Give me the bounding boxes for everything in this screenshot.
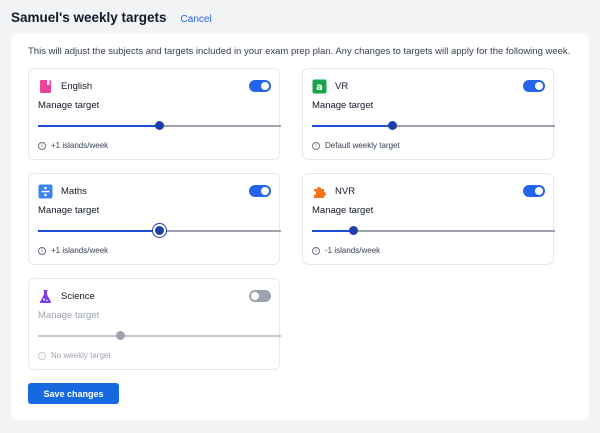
slider-thumb[interactable] xyxy=(155,121,164,130)
intro-text: This will adjust the subjects and target… xyxy=(28,46,571,57)
cancel-link[interactable]: Cancel xyxy=(181,14,212,25)
toggle-knob xyxy=(535,187,543,195)
target-note-text: No weekly target xyxy=(51,351,111,360)
target-note: i +1 islands/week xyxy=(38,141,108,150)
subject-card-maths: Maths Manage target i +1 islands/week xyxy=(28,173,281,265)
svg-text:a: a xyxy=(316,82,323,93)
info-icon: i xyxy=(312,141,320,150)
info-icon: i xyxy=(38,141,46,150)
slider-fill xyxy=(312,230,354,232)
subject-toggle-science[interactable] xyxy=(249,290,271,302)
info-icon: i xyxy=(312,246,320,255)
toggle-knob xyxy=(261,82,269,90)
target-note-text: +1 islands/week xyxy=(51,141,109,150)
targets-panel: This will adjust the subjects and target… xyxy=(11,33,589,420)
toggle-knob xyxy=(251,292,259,300)
puzzle-icon xyxy=(312,184,327,199)
target-slider-nvr[interactable] xyxy=(312,226,555,235)
slider-thumb[interactable] xyxy=(155,226,164,235)
manage-target-label: Manage target xyxy=(38,205,100,216)
save-changes-button[interactable]: Save changes xyxy=(28,383,119,404)
manage-target-label: Manage target xyxy=(38,100,100,111)
subject-toggle-maths[interactable] xyxy=(249,185,271,197)
slider-fill xyxy=(38,230,160,232)
target-slider-science xyxy=(38,331,281,340)
slider-fill xyxy=(38,125,160,127)
flask-icon xyxy=(38,289,53,304)
toggle-knob xyxy=(261,187,269,195)
subject-name: Science xyxy=(61,291,95,302)
subject-name: Maths xyxy=(61,186,87,197)
letter-a-icon: a xyxy=(312,79,327,94)
book-icon xyxy=(38,79,53,94)
divide-icon xyxy=(38,184,53,199)
slider-thumb[interactable] xyxy=(348,226,358,235)
subject-toggle-nvr[interactable] xyxy=(523,185,545,197)
target-slider-english[interactable] xyxy=(38,121,281,130)
manage-target-label: Manage target xyxy=(312,205,374,216)
page-header: Samuel's weekly targets Cancel xyxy=(11,10,212,25)
slider-thumb xyxy=(116,331,126,340)
target-note-text: Default weekly target xyxy=(325,141,400,150)
subject-card-vr: a VR Manage target i Default weekly targ… xyxy=(302,68,555,160)
subject-toggle-english[interactable] xyxy=(249,80,271,92)
info-icon: i xyxy=(38,246,46,255)
subject-toggle-vr[interactable] xyxy=(523,80,545,92)
manage-target-label: Manage target xyxy=(38,310,100,321)
target-note: i Default weekly target xyxy=(312,141,400,150)
subject-card-english: English Manage target i +1 islands/week xyxy=(28,68,281,160)
manage-target-label: Manage target xyxy=(312,100,374,111)
target-slider-vr[interactable] xyxy=(312,121,555,130)
target-note-text: +1 islands/week xyxy=(51,246,109,255)
target-note: i No weekly target xyxy=(38,351,111,360)
target-note: i -1 islands/week xyxy=(312,246,380,255)
subject-name: English xyxy=(61,81,93,92)
info-icon: i xyxy=(38,351,46,360)
subject-name: NVR xyxy=(335,186,356,197)
subject-card-science: Science Manage target i No weekly target xyxy=(28,278,281,370)
target-slider-maths[interactable] xyxy=(38,226,281,235)
slider-thumb[interactable] xyxy=(387,121,397,130)
slider-fill xyxy=(312,125,393,127)
subject-card-nvr: NVR Manage target i -1 islands/week xyxy=(302,173,555,265)
page-title: Samuel's weekly targets xyxy=(11,10,167,25)
subject-name: VR xyxy=(335,81,349,92)
toggle-knob xyxy=(535,82,543,90)
target-note: i +1 islands/week xyxy=(38,246,108,255)
target-note-text: -1 islands/week xyxy=(325,246,381,255)
